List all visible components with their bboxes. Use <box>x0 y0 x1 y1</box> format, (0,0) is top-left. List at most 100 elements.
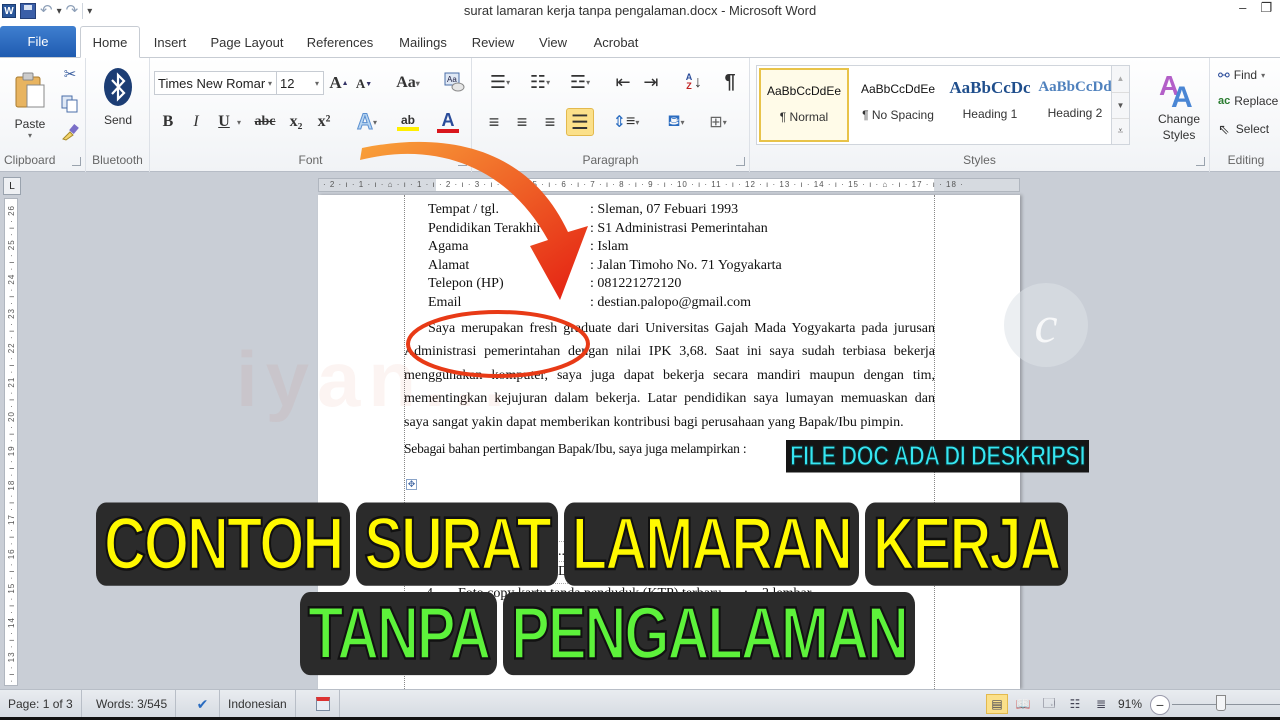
word-count[interactable]: Words: 3/545 <box>88 690 177 718</box>
tab-references[interactable]: References <box>300 26 380 58</box>
tab-page-layout[interactable]: Page Layout <box>205 26 289 58</box>
replace-button[interactable]: ac Replace <box>1218 90 1278 112</box>
align-left-button[interactable]: ≡ <box>482 110 506 134</box>
select-label: Select <box>1235 122 1270 136</box>
style-name: Heading 2 <box>1047 106 1103 120</box>
font-color-button[interactable]: A <box>430 108 466 136</box>
copy-icon[interactable] <box>60 94 80 114</box>
font-dialog-launcher[interactable] <box>458 157 467 166</box>
highlight-color-swatch <box>397 127 419 131</box>
superscript-button[interactable]: x² <box>312 110 336 134</box>
bluetooth-send-button[interactable]: Send <box>92 62 144 132</box>
print-layout-view-icon[interactable]: ▤ <box>986 694 1008 714</box>
clipboard-group: Paste ▾ ✂ Clipboard <box>0 58 86 172</box>
ribbon: Paste ▾ ✂ Clipboard Send Bluetooth Times… <box>0 58 1280 172</box>
format-painter-icon[interactable] <box>60 122 80 142</box>
info-key: Alamat <box>428 257 470 273</box>
change-styles-button[interactable]: A A Change Styles <box>1150 64 1208 148</box>
title-bar: W ↶ ▾ ↷ ▾ surat lamaran kerja tanpa peng… <box>0 0 1280 22</box>
borders-button[interactable]: ⊞ ▾ <box>700 110 736 134</box>
sort-arrow-icon: ↓ <box>694 74 702 91</box>
cursor-arrow-icon: ⇖ <box>1218 120 1230 137</box>
font-name-dropdown[interactable]: Times New Romar ▾ <box>154 71 277 95</box>
align-right-button[interactable]: ≡ <box>538 110 562 134</box>
font-size-dropdown[interactable]: 12 ▾ <box>276 71 324 95</box>
info-row: Agama: Islam <box>404 238 935 257</box>
outline-view-icon[interactable]: ☷ <box>1064 694 1086 714</box>
tab-acrobat[interactable]: Acrobat <box>586 26 646 58</box>
watermark-text: iyan... <box>236 335 514 423</box>
clear-formatting-icon[interactable]: Aa <box>442 70 466 94</box>
cut-icon[interactable]: ✂ <box>60 64 80 84</box>
zoom-slider-thumb[interactable] <box>1215 695 1226 711</box>
change-styles-icon: A A <box>1159 70 1193 109</box>
tab-mailings[interactable]: Mailings <box>392 26 454 58</box>
tab-file[interactable]: File <box>0 26 76 57</box>
zoom-slider[interactable] <box>1172 704 1280 705</box>
underline-dropdown-icon[interactable]: ▾ <box>234 114 244 130</box>
tab-view[interactable]: View <box>532 26 574 58</box>
page-count[interactable]: Page: 1 of 3 <box>0 690 82 718</box>
line-spacing-button[interactable]: ⇕ ≡ ▾ <box>608 110 644 134</box>
highlight-button[interactable]: ab <box>390 108 426 136</box>
headline-word: CONTOH <box>96 501 351 587</box>
shading-button[interactable]: ⛾ ▾ <box>658 108 694 136</box>
increase-indent-button[interactable]: ⇥ <box>638 70 664 94</box>
bullets-button[interactable]: ☰ ▾ <box>482 70 518 94</box>
tab-selector-button[interactable]: L <box>3 177 21 195</box>
tab-review[interactable]: Review <box>466 26 520 58</box>
decrease-indent-button[interactable]: ⇤ <box>610 70 636 94</box>
change-case-button[interactable]: Aa ▾ <box>390 72 426 94</box>
horizontal-ruler[interactable]: · 2 · ı · 1 · ı · ⌂ · ı · 1 · ı · 2 · ı … <box>318 178 1020 192</box>
macro-recording-icon[interactable] <box>306 690 340 718</box>
find-button[interactable]: ⚯ Find ▾ <box>1218 64 1265 86</box>
italic-button[interactable]: I <box>186 110 206 134</box>
multilevel-list-button[interactable]: ☲ ▾ <box>562 70 598 94</box>
scroll-down-icon[interactable]: ▼ <box>1112 92 1129 118</box>
select-button[interactable]: ⇖ Select <box>1218 118 1269 140</box>
underline-button[interactable]: U <box>214 110 234 134</box>
minimize-button[interactable]: – <box>1239 0 1246 16</box>
shrink-font-button[interactable]: A ▼ <box>354 74 374 94</box>
language-indicator[interactable]: Indonesian <box>220 690 296 718</box>
clipboard-dialog-launcher[interactable] <box>72 157 81 166</box>
paragraph-dialog-launcher[interactable] <box>736 157 745 166</box>
scroll-up-icon[interactable]: ▲ <box>1112 66 1129 92</box>
style-normal[interactable]: AaBbCcDdEe ¶ Normal <box>759 68 849 142</box>
zoom-out-button[interactable]: − <box>1150 695 1170 715</box>
info-row: Telepon (HP): 081221272120 <box>404 275 935 294</box>
web-layout-view-icon[interactable]: 🗔 <box>1038 694 1060 714</box>
show-formatting-button[interactable]: ¶ <box>718 70 742 94</box>
zoom-level[interactable]: 91% <box>1114 690 1146 718</box>
tab-insert[interactable]: Insert <box>146 26 194 58</box>
paste-button[interactable]: Paste ▾ <box>8 62 52 148</box>
more-styles-icon[interactable]: ⩡ <box>1112 118 1129 144</box>
style-heading-2[interactable]: AaBbCcDd Heading 2 <box>1037 68 1113 142</box>
numbering-button[interactable]: ☷ ▾ <box>522 70 558 94</box>
restore-button[interactable]: ❐ <box>1260 0 1272 16</box>
style-heading-1[interactable]: AaBbCcDc Heading 1 <box>945 68 1035 142</box>
paste-label: Paste <box>14 116 46 131</box>
proofing-icon[interactable]: ✔ <box>186 690 220 718</box>
bold-button[interactable]: B <box>158 110 178 134</box>
tab-home[interactable]: Home <box>80 26 140 58</box>
full-screen-reading-view-icon[interactable]: 📖 <box>1012 694 1034 714</box>
style-preview: AaBbCcDd <box>1038 79 1112 95</box>
vertical-ruler[interactable]: ı · 12 · ı · 13 · ı · 14 · ı · 15 · ı · … <box>4 198 18 686</box>
table-move-handle[interactable]: ✥ <box>406 479 417 490</box>
text-effects-button[interactable]: A ▾ <box>352 108 382 136</box>
subscript-button[interactable]: x₂ <box>284 110 308 134</box>
headline-word: KERJA <box>864 501 1068 587</box>
justify-button[interactable]: ☰ <box>566 108 594 136</box>
info-key: Pendidikan Terakhir <box>428 220 542 236</box>
paste-dropdown-icon[interactable]: ▾ <box>28 131 32 140</box>
draft-view-icon[interactable]: ≣ <box>1090 694 1112 714</box>
grow-font-button[interactable]: A ▲ <box>328 72 350 94</box>
editing-group-label: Editing <box>1227 153 1265 167</box>
align-center-button[interactable]: ≡ <box>510 110 534 134</box>
styles-dialog-launcher[interactable] <box>1196 157 1205 166</box>
style-no-spacing[interactable]: AaBbCcDdEe ¶ No Spacing <box>853 68 943 142</box>
ruler-ticks: ı · 12 · ı · 13 · ı · 14 · ı · 15 · ı · … <box>7 205 16 686</box>
strikethrough-button[interactable]: abc <box>250 110 280 134</box>
style-gallery-scrollbar[interactable]: ▲ ▼ ⩡ <box>1111 66 1129 144</box>
